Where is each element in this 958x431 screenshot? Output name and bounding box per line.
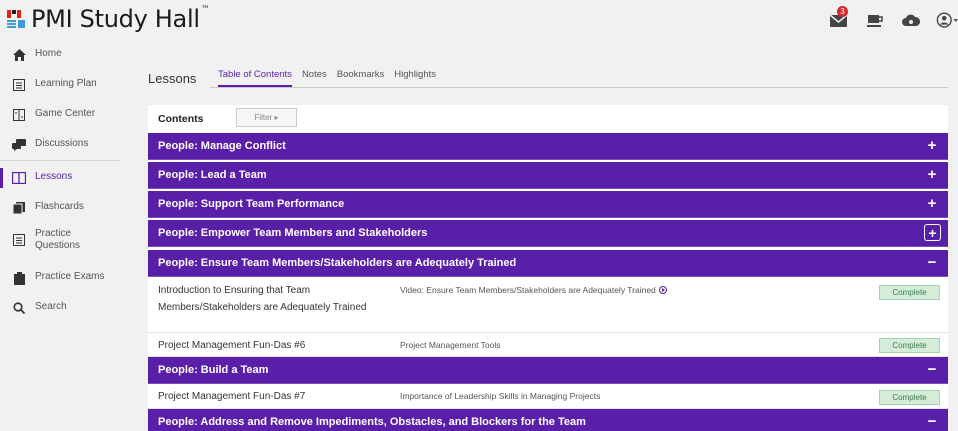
tab-notes[interactable]: Notes [302,69,327,87]
collapse-icon[interactable]: − [924,254,940,270]
contents-panel: Contents Filter ▸ People: Manage Conflic… [148,105,948,431]
coffee-icon[interactable] [864,10,886,30]
chat-icon [12,138,26,152]
section-support-team-performance[interactable]: People: Support Team Performance + [148,191,948,218]
lesson-tabs: Table of Contents Notes Bookmarks Highli… [218,69,446,87]
top-header: PMI Study Hall™ 3 [0,0,958,40]
complete-status-button[interactable]: Complete [879,338,940,353]
section-title: People: Address and Remove Impediments, … [158,416,586,428]
section-manage-conflict[interactable]: People: Manage Conflict + [148,133,948,160]
sidebar-item-learning-plan[interactable]: Learning Plan [0,78,120,92]
expand-icon[interactable]: + [924,195,940,211]
lesson-title[interactable]: Project Management Fun-Das #6 [158,337,373,354]
tab-highlights[interactable]: Highlights [394,69,436,87]
cloud-icon[interactable] [900,10,922,30]
section-title: People: Lead a Team [158,169,267,181]
contents-header: Contents Filter ▸ [148,105,948,132]
sidebar-item-practice-questions[interactable]: Practice Questions [0,228,120,252]
header-icons: 3 [828,6,958,30]
play-icon [658,286,667,294]
complete-status-button[interactable]: Complete [879,390,940,405]
section-empower-team-members[interactable]: People: Empower Team Members and Stakeho… [148,220,948,247]
tab-table-of-contents[interactable]: Table of Contents [218,69,292,87]
sidebar-item-game-center[interactable]: Game Center [0,108,120,122]
complete-status-button[interactable]: Complete [879,285,940,300]
section-title: People: Empower Team Members and Stakeho… [158,227,428,239]
lesson-title[interactable]: Introduction to Ensuring that Team Membe… [158,282,373,316]
sidebar: Home Learning Plan Game Center Discussio… [0,40,120,431]
app-logo[interactable]: PMI Study Hall™ [7,5,210,33]
section-title: People: Build a Team [158,364,269,376]
expand-icon[interactable]: + [924,137,940,153]
lesson-row[interactable]: Introduction to Ensuring that Team Membe… [148,278,948,333]
section-title: People: Support Team Performance [158,198,345,210]
section-title: People: Ensure Team Members/Stakeholders… [158,257,517,269]
sidebar-item-search[interactable]: Search [0,301,120,315]
flashcards-icon [12,201,26,215]
sidebar-divider [0,160,120,161]
sidebar-item-flashcards[interactable]: Flashcards [0,201,120,215]
lesson-title[interactable]: Project Management Fun-Das #7 [158,388,373,405]
contents-label: Contents [158,113,204,125]
lesson-row[interactable]: Project Management Fun-Das #6 Project Ma… [148,333,948,357]
app-title: PMI Study Hall™ [31,5,210,33]
calendar-icon [12,78,26,92]
lesson-row[interactable]: Project Management Fun-Das #7 Importance… [148,385,948,409]
sidebar-item-lessons[interactable]: Lessons [0,168,120,188]
lesson-description[interactable]: Project Management Tools [400,340,500,350]
filter-button[interactable]: Filter ▸ [236,108,297,127]
tabs-divider [210,87,948,88]
lesson-description[interactable]: Importance of Leadership Skills in Manag… [400,391,600,401]
section-title: People: Manage Conflict [158,140,286,152]
sidebar-item-home[interactable]: Home [0,48,120,62]
section-ensure-adequately-trained[interactable]: People: Ensure Team Members/Stakeholders… [148,250,948,277]
section-build-a-team[interactable]: People: Build a Team − [148,357,948,384]
book-icon [12,171,26,185]
home-icon [12,48,26,62]
messages-icon[interactable]: 3 [828,6,850,30]
search-icon [12,301,26,315]
list-icon [12,233,26,247]
collapse-icon[interactable]: − [924,361,940,377]
user-avatar-icon[interactable] [936,10,958,30]
page-title: Lessons [148,71,197,86]
pmi-logo-mark [7,9,27,29]
section-address-impediments[interactable]: People: Address and Remove Impediments, … [148,409,948,431]
notification-badge: 3 [837,6,848,17]
section-lead-a-team[interactable]: People: Lead a Team + [148,162,948,189]
clipboard-icon [12,271,26,285]
collapse-icon[interactable]: − [924,413,940,429]
expand-icon[interactable]: + [924,166,940,182]
expand-icon[interactable]: + [924,224,941,241]
lesson-description[interactable]: Video: Ensure Team Members/Stakeholders … [400,285,667,295]
tab-bookmarks[interactable]: Bookmarks [337,69,385,87]
game-icon [12,108,26,122]
sidebar-item-discussions[interactable]: Discussions [0,138,120,152]
sidebar-item-practice-exams[interactable]: Practice Exams [0,271,120,285]
